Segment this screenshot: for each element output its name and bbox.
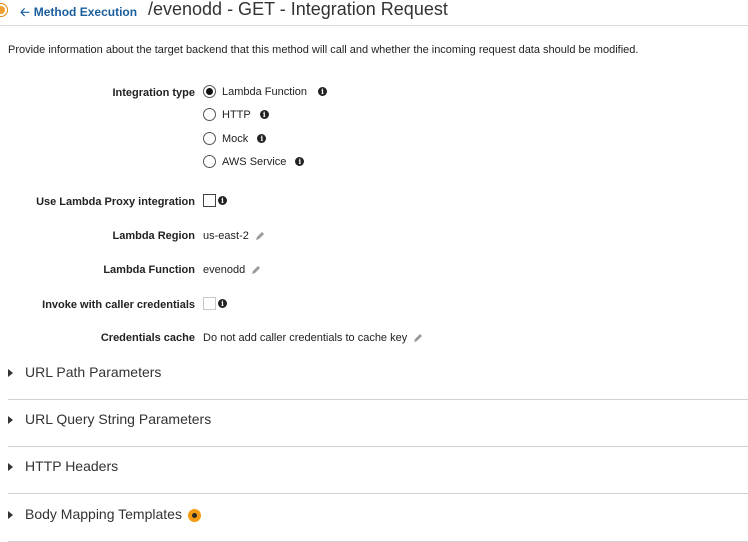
lambda-function-value: evenodd [203,264,246,276]
divider [8,493,748,494]
caller-credentials-field: i [203,297,227,310]
orange-dot-icon [188,509,201,522]
section-title: HTTP Headers [25,458,119,474]
page-description: Provide information about the target bac… [8,44,639,56]
info-icon[interactable]: i [318,87,327,96]
radio-aws-service[interactable]: AWS Service i [203,155,305,168]
lambda-function-field: evenodd [203,264,261,276]
integration-request-page: 🡠 Method Execution /evenodd - GET - Inte… [0,0,748,542]
section-title: URL Path Parameters [25,364,162,380]
radio-button[interactable] [203,108,216,121]
caret-right-icon [8,369,13,377]
info-icon[interactable]: i [259,110,269,119]
caret-right-icon [8,511,13,519]
section-title: Body Mapping Templates [25,506,182,522]
radio-label: Lambda Function [222,85,307,98]
lambda-proxy-label: Use Lambda Proxy integration [36,196,195,208]
back-link-label: Method Execution [33,5,138,19]
section-url-query-string-parameters[interactable]: URL Query String Parameters [0,400,748,447]
page-title: /evenodd - GET - Integration Request [148,0,448,19]
caller-credentials-checkbox[interactable] [203,297,216,310]
credentials-cache-value: Do not add caller credentials to cache k… [203,332,408,344]
integration-type-label: Integration type [112,87,195,99]
caret-right-icon [8,416,13,424]
radio-button[interactable] [203,155,216,168]
info-icon[interactable]: i [218,299,227,308]
section-body-mapping-templates[interactable]: Body Mapping Templates [0,495,748,542]
lambda-region-field: us-east-2 [203,230,265,242]
radio-label: AWS Service [222,155,287,168]
status-dot-icon [0,4,7,16]
credentials-cache-label: Credentials cache [100,332,195,344]
radio-button[interactable] [203,132,216,145]
pencil-icon[interactable] [413,333,423,343]
page-header: 🡠 Method Execution /evenodd - GET - Inte… [0,0,748,26]
radio-button-selected[interactable] [203,85,216,98]
caret-right-icon [8,463,13,471]
radio-lambda-function[interactable]: Lambda Function i [203,85,327,98]
radio-mock[interactable]: Mock i [203,132,267,145]
lambda-region-label: Lambda Region [112,230,195,242]
lambda-function-label: Lambda Function [103,264,195,276]
credentials-cache-field: Do not add caller credentials to cache k… [203,332,423,344]
caller-credentials-label: Invoke with caller credentials [42,299,195,311]
pencil-icon[interactable] [251,265,261,275]
info-icon[interactable]: i [257,134,267,143]
lambda-proxy-field: i [203,194,227,207]
pencil-icon[interactable] [255,231,265,241]
radio-label: HTTP [222,108,251,121]
section-url-path-parameters[interactable]: URL Path Parameters [0,353,748,400]
lambda-proxy-checkbox[interactable] [203,194,216,207]
section-title: URL Query String Parameters [25,411,212,427]
method-execution-back-link[interactable]: 🡠 Method Execution [20,5,137,19]
lambda-region-value: us-east-2 [203,230,249,242]
info-icon[interactable]: i [295,157,305,166]
section-http-headers[interactable]: HTTP Headers [0,447,748,494]
radio-label: Mock [222,132,249,145]
arrow-left-icon: 🡠 [20,5,30,19]
radio-http[interactable]: HTTP i [203,108,269,121]
info-icon[interactable]: i [218,196,227,205]
